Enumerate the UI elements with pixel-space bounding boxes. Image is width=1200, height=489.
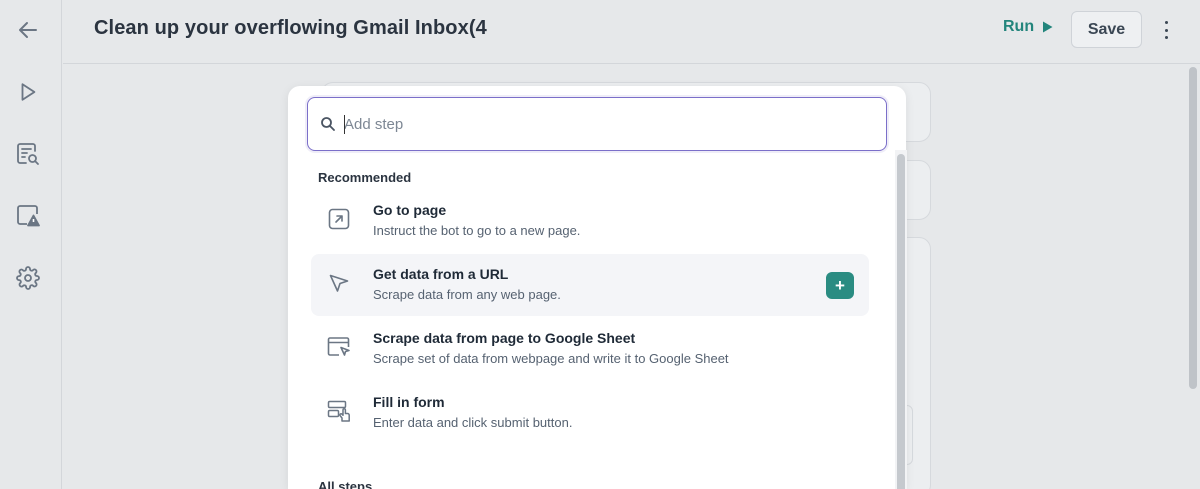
panel-scrollbar-thumb[interactable]	[897, 154, 905, 489]
add-step-input[interactable]	[344, 111, 864, 137]
page-scrollbar[interactable]	[1187, 65, 1200, 489]
step-option-fill-in-form[interactable]: Fill in form Enter data and click submit…	[311, 382, 869, 444]
arrow-left-icon[interactable]	[14, 16, 42, 44]
sidebar	[0, 0, 62, 489]
document-search-icon[interactable]	[14, 140, 42, 168]
step-option-title: Get data from a URL	[373, 266, 509, 282]
play-icon	[1043, 21, 1053, 33]
save-button[interactable]: Save	[1071, 11, 1142, 48]
all-steps-heading: All steps	[318, 479, 373, 489]
panel-scrollbar[interactable]	[895, 150, 907, 489]
step-option-title: Fill in form	[373, 394, 445, 410]
add-step-button[interactable]: +	[826, 272, 854, 299]
page-scrollbar-thumb[interactable]	[1189, 67, 1197, 389]
step-option-description: Scrape data from any web page.	[373, 287, 561, 302]
step-option-title: Go to page	[373, 202, 447, 218]
add-step-panel: Recommended Go to page Instruct the bot …	[288, 86, 906, 489]
search-icon	[321, 117, 335, 131]
step-option-scrape-to-google-sheet[interactable]: Scrape data from page to Google Sheet Sc…	[311, 318, 869, 380]
screen-cursor-icon	[327, 335, 351, 359]
external-arrow-icon	[327, 207, 351, 231]
step-option-get-data-from-url[interactable]: Get data from a URL Scrape data from any…	[311, 254, 869, 316]
play-icon[interactable]	[14, 78, 42, 106]
header: Clean up your overflowing Gmail Inbox(4 …	[63, 0, 1200, 64]
run-button[interactable]: Run	[1003, 18, 1053, 36]
recommended-heading: Recommended	[318, 170, 412, 185]
gear-icon[interactable]	[14, 264, 42, 292]
alert-monitor-icon[interactable]	[14, 202, 42, 230]
step-option-title: Scrape data from page to Google Sheet	[373, 330, 636, 346]
add-step-search[interactable]	[307, 97, 887, 151]
step-option-go-to-page[interactable]: Go to page Instruct the bot to go to a n…	[311, 190, 869, 252]
form-hand-icon	[327, 399, 351, 423]
page-title: Clean up your overflowing Gmail Inbox(4	[94, 17, 487, 39]
step-option-description: Scrape set of data from webpage and writ…	[373, 351, 729, 366]
more-options-icon[interactable]	[1159, 19, 1173, 41]
text-caret	[344, 115, 345, 134]
run-label: Run	[1003, 18, 1035, 35]
step-option-description: Instruct the bot to go to a new page.	[373, 223, 581, 238]
step-option-description: Enter data and click submit button.	[373, 415, 573, 430]
cursor-pointer-icon	[327, 271, 351, 295]
